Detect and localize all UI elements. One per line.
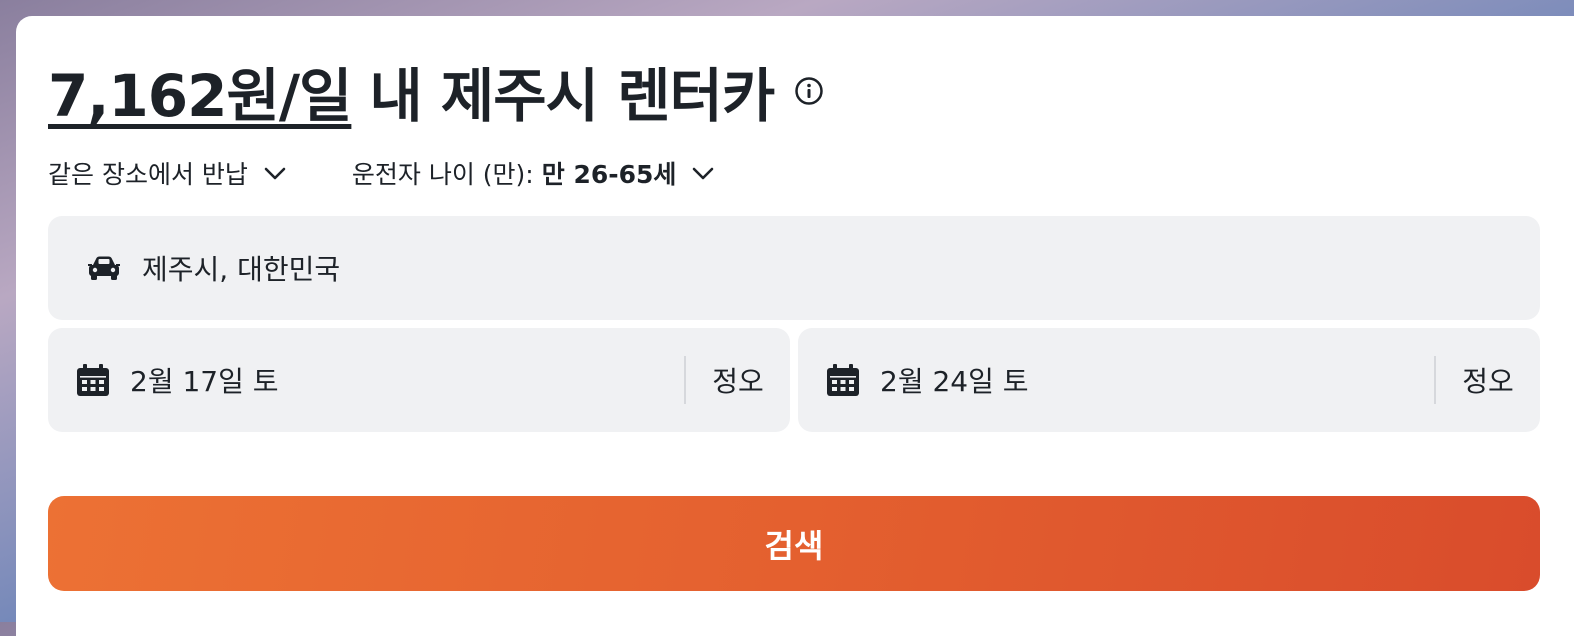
dropoff-time-select[interactable]: 정오 [1436, 360, 1540, 400]
info-icon[interactable] [794, 76, 824, 106]
dropoff-date-value: 2월 24일 토 [880, 365, 1029, 398]
pickup-date-field[interactable]: 2월 17일 토 정오 [48, 328, 790, 432]
driver-age-dropdown[interactable]: 운전자 나이 (만): 만 26-65세 [352, 155, 717, 191]
return-location-label: 같은 장소에서 반납 [48, 160, 248, 189]
driver-age-label: 운전자 나이 (만): [351, 160, 534, 189]
chevron-down-icon [262, 160, 288, 186]
search-button[interactable]: 검색 [48, 496, 1540, 591]
title-text: 내 제주시 렌터카 [369, 62, 775, 130]
location-value: 제주시, 대한민국 [142, 253, 341, 286]
car-icon [86, 254, 122, 282]
page-title: 7,162원/일 내 제주시 렌터카 [48, 56, 824, 130]
pickup-time-select[interactable]: 정오 [686, 360, 790, 400]
pickup-location-field[interactable]: 제주시, 대한민국 [48, 216, 1540, 320]
dropoff-date-field[interactable]: 2월 24일 토 정오 [798, 328, 1540, 432]
search-options: 같은 장소에서 반납 운전자 나이 (만): 만 26-65세 [48, 156, 716, 190]
calendar-icon [76, 363, 110, 397]
calendar-icon [826, 363, 860, 397]
return-location-dropdown[interactable]: 같은 장소에서 반납 [48, 155, 288, 191]
price-per-day-link[interactable]: 7,162원/일 [48, 49, 352, 133]
chevron-down-icon [690, 160, 716, 186]
pickup-date-value: 2월 17일 토 [130, 365, 279, 398]
search-card: 7,162원/일 내 제주시 렌터카 같은 장소에서 반납 운전자 나이 (만)… [16, 16, 1574, 636]
driver-age-value: 만 26-65세 [541, 160, 677, 189]
